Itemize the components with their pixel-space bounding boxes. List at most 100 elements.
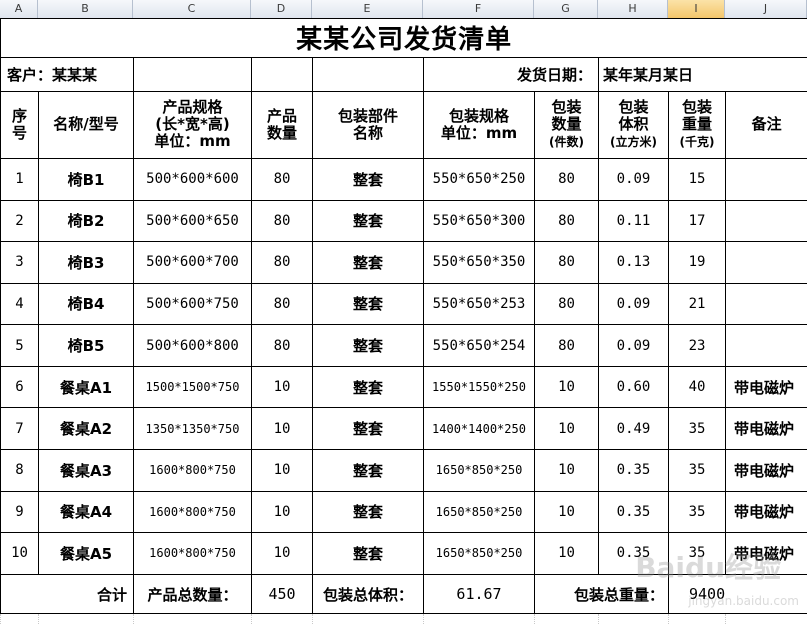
- cell[interactable]: [423, 613, 535, 624]
- cell[interactable]: [724, 613, 807, 624]
- qty-cell[interactable]: 80: [251, 241, 313, 284]
- header-pack-vol[interactable]: 包装 体积 (立方米): [598, 91, 669, 159]
- pack-spec-cell[interactable]: 1650*850*250: [423, 449, 535, 492]
- part-cell[interactable]: 整套: [312, 365, 424, 409]
- header-remark[interactable]: 备注: [724, 91, 807, 159]
- remark-cell[interactable]: [724, 199, 807, 243]
- part-cell[interactable]: 整套: [312, 157, 424, 201]
- spreadsheet-area[interactable]: 某某公司发货清单 客户：某某某 发货日期： 某年某月某日 序号 名称/型号 产品…: [0, 18, 807, 624]
- name-cell[interactable]: 餐桌A5: [38, 532, 134, 575]
- name-cell[interactable]: 餐桌A1: [38, 365, 134, 409]
- remark-cell[interactable]: [724, 282, 807, 326]
- pack-spec-cell[interactable]: 1650*850*250: [423, 490, 535, 534]
- column-header-a[interactable]: A: [0, 0, 38, 18]
- part-cell[interactable]: 整套: [312, 282, 424, 326]
- qty-cell[interactable]: 80: [251, 324, 313, 367]
- seq-cell[interactable]: 8: [0, 449, 39, 492]
- total-qty-label[interactable]: 产品总数量：: [133, 573, 252, 615]
- remark-cell[interactable]: 带电磁炉: [724, 490, 807, 534]
- seq-cell[interactable]: 10: [0, 532, 39, 575]
- cell[interactable]: [133, 613, 252, 624]
- seq-cell[interactable]: 7: [0, 407, 39, 450]
- header-pack-weight[interactable]: 包装 重量 (千克): [668, 91, 726, 159]
- seq-cell[interactable]: 1: [0, 157, 39, 201]
- pack-spec-cell[interactable]: 550*650*253: [423, 282, 535, 326]
- header-part[interactable]: 包装部件 名称: [312, 91, 424, 159]
- qty-cell[interactable]: 80: [251, 199, 313, 243]
- qty-cell[interactable]: 10: [251, 365, 313, 409]
- spec-cell[interactable]: 500*600*800: [133, 324, 252, 367]
- pack-spec-cell[interactable]: 1650*850*250: [423, 532, 535, 575]
- pack-weight-cell[interactable]: 23: [668, 324, 726, 367]
- spec-cell[interactable]: 500*600*700: [133, 241, 252, 284]
- pack-spec-cell[interactable]: 550*650*300: [423, 199, 535, 243]
- customer-label[interactable]: 客户：某某某: [0, 56, 134, 93]
- pack-weight-cell[interactable]: 19: [668, 241, 726, 284]
- part-cell[interactable]: 整套: [312, 407, 424, 450]
- pack-vol-cell[interactable]: 0.35: [598, 532, 669, 575]
- seq-cell[interactable]: 6: [0, 365, 39, 409]
- cell[interactable]: [598, 613, 669, 624]
- spec-cell[interactable]: 500*600*750: [133, 282, 252, 326]
- header-seq[interactable]: 序号: [0, 91, 39, 159]
- name-cell[interactable]: 椅B3: [38, 241, 134, 284]
- totals-label[interactable]: 合计: [0, 573, 134, 615]
- pack-qty-cell[interactable]: 10: [534, 449, 599, 492]
- column-header-c[interactable]: C: [133, 0, 251, 18]
- pack-weight-cell[interactable]: 17: [668, 199, 726, 243]
- total-weight-value[interactable]: 9400: [667, 573, 807, 615]
- column-header-f[interactable]: F: [423, 0, 534, 18]
- ship-date-value[interactable]: 某年某月某日: [597, 56, 807, 93]
- part-cell[interactable]: 整套: [312, 241, 424, 284]
- seq-cell[interactable]: 2: [0, 199, 39, 243]
- pack-weight-cell[interactable]: 35: [668, 407, 726, 450]
- spec-cell[interactable]: 500*600*650: [133, 199, 252, 243]
- column-header-h[interactable]: H: [598, 0, 668, 18]
- name-cell[interactable]: 椅B4: [38, 282, 134, 326]
- cell[interactable]: [133, 56, 252, 93]
- spec-cell[interactable]: 1600*800*750: [133, 490, 252, 534]
- pack-qty-cell[interactable]: 10: [534, 365, 599, 409]
- name-cell[interactable]: 餐桌A3: [38, 449, 134, 492]
- part-cell[interactable]: 整套: [312, 324, 424, 367]
- column-header-g[interactable]: G: [534, 0, 598, 18]
- pack-vol-cell[interactable]: 0.09: [598, 282, 669, 326]
- remark-cell[interactable]: [724, 241, 807, 284]
- pack-vol-cell[interactable]: 0.09: [598, 324, 669, 367]
- spec-cell[interactable]: 500*600*600: [133, 157, 252, 201]
- qty-cell[interactable]: 10: [251, 532, 313, 575]
- pack-weight-cell[interactable]: 35: [668, 532, 726, 575]
- part-cell[interactable]: 整套: [312, 490, 424, 534]
- header-pack-qty[interactable]: 包装 数量 (件数): [534, 91, 599, 159]
- seq-cell[interactable]: 9: [0, 490, 39, 534]
- pack-qty-cell[interactable]: 80: [534, 157, 599, 201]
- remark-cell[interactable]: [724, 157, 807, 201]
- remark-cell[interactable]: 带电磁炉: [724, 365, 807, 409]
- qty-cell[interactable]: 10: [251, 490, 313, 534]
- pack-weight-cell[interactable]: 35: [668, 449, 726, 492]
- cell[interactable]: [38, 613, 134, 624]
- cell[interactable]: [312, 56, 424, 93]
- cell[interactable]: [534, 613, 599, 624]
- header-spec[interactable]: 产品规格 (长*宽*高) 单位：mm: [133, 91, 252, 159]
- spec-cell[interactable]: 1350*1350*750: [133, 407, 252, 450]
- name-cell[interactable]: 餐桌A2: [38, 407, 134, 450]
- seq-cell[interactable]: 5: [0, 324, 39, 367]
- total-weight-label[interactable]: 包装总重量：: [534, 573, 669, 615]
- remark-cell[interactable]: 带电磁炉: [724, 449, 807, 492]
- spec-cell[interactable]: 1500*1500*750: [133, 365, 252, 409]
- pack-qty-cell[interactable]: 10: [534, 490, 599, 534]
- qty-cell[interactable]: 80: [251, 282, 313, 326]
- pack-qty-cell[interactable]: 80: [534, 324, 599, 367]
- name-cell[interactable]: 椅B5: [38, 324, 134, 367]
- cell[interactable]: [668, 613, 726, 624]
- seq-cell[interactable]: 3: [0, 241, 39, 284]
- pack-qty-cell[interactable]: 80: [534, 241, 599, 284]
- pack-spec-cell[interactable]: 1550*1550*250: [423, 365, 535, 409]
- header-pack-spec[interactable]: 包装规格 单位：mm: [423, 91, 535, 159]
- pack-vol-cell[interactable]: 0.35: [598, 490, 669, 534]
- qty-cell[interactable]: 10: [251, 407, 313, 450]
- part-cell[interactable]: 整套: [312, 532, 424, 575]
- part-cell[interactable]: 整套: [312, 449, 424, 492]
- pack-spec-cell[interactable]: 550*650*254: [423, 324, 535, 367]
